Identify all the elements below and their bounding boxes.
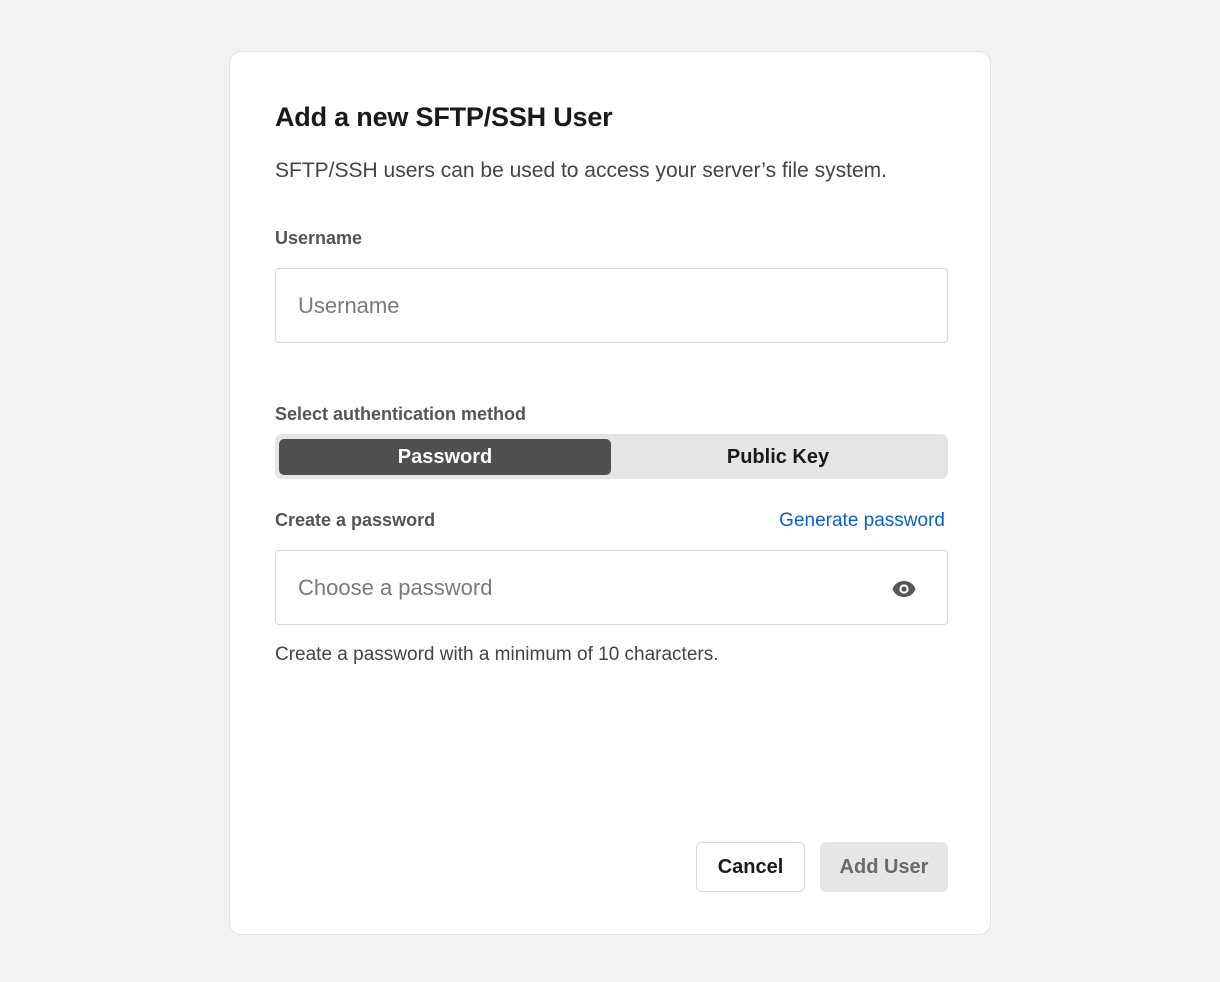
username-input[interactable]	[276, 269, 836, 342]
add-user-dialog: Add a new SFTP/SSH User SFTP/SSH users c…	[229, 51, 991, 935]
auth-method-label: Select authentication method	[275, 404, 527, 424]
username-field[interactable]	[275, 268, 948, 343]
auth-option-password[interactable]: Password	[279, 439, 611, 475]
password-hint: Create a password with a minimum of 10 c…	[275, 644, 719, 665]
add-user-button[interactable]: Add User	[820, 842, 948, 892]
username-label: Username	[275, 228, 363, 248]
auth-option-public-key[interactable]: Public Key	[612, 439, 944, 475]
password-input[interactable]	[276, 551, 836, 624]
dialog-subtitle: SFTP/SSH users can be used to access you…	[275, 159, 887, 182]
dialog-title: Add a new SFTP/SSH User	[275, 102, 613, 132]
password-label: Create a password	[275, 510, 436, 530]
cancel-button[interactable]: Cancel	[696, 842, 805, 892]
eye-icon[interactable]	[891, 576, 917, 602]
eye-icon-graphic	[892, 581, 916, 597]
generate-password-link[interactable]: Generate password	[779, 510, 945, 532]
auth-method-toggle: Password Public Key	[275, 434, 948, 479]
password-field[interactable]	[275, 550, 948, 625]
